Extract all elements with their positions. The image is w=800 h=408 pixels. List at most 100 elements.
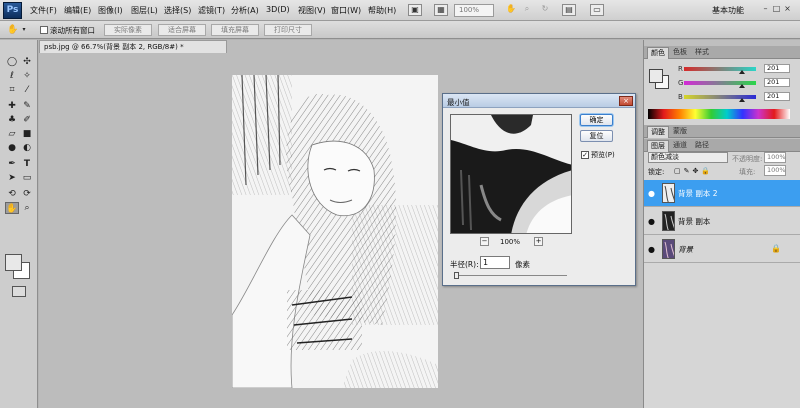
green-track[interactable]	[684, 81, 756, 85]
blend-mode-select[interactable]: 颜色减淡	[648, 152, 728, 163]
hand-tool-icon[interactable]: ✋	[504, 4, 518, 16]
pen-tool-icon[interactable]: ✒	[5, 158, 19, 170]
visibility-eye-icon[interactable]: ●	[648, 217, 655, 226]
arrange-documents-icon[interactable]: ▤	[562, 4, 576, 16]
reset-button[interactable]: 复位	[580, 130, 613, 142]
workspace-switcher[interactable]: 基本功能	[712, 5, 744, 16]
actual-pixels-button[interactable]: 实际像素	[104, 24, 152, 36]
layer-name[interactable]: 背景 副本 2	[678, 188, 718, 199]
menu-filter[interactable]: 滤镜(T)	[198, 5, 225, 16]
fill-screen-button[interactable]: 填充屏幕	[211, 24, 259, 36]
eraser-tool-icon[interactable]: ▱	[5, 128, 19, 140]
menu-3d[interactable]: 3D(D)	[266, 5, 290, 14]
document-tab[interactable]: psb.jpg @ 66.7%(背景 副本 2, RGB/8#) *	[39, 40, 227, 53]
image-canvas[interactable]	[232, 75, 438, 388]
3d-rotate-tool-icon[interactable]: ⟲	[5, 188, 19, 200]
hand-tool-active-icon[interactable]: ✋	[5, 202, 19, 214]
quick-mask-button[interactable]	[12, 286, 26, 297]
menu-edit[interactable]: 编辑(E)	[64, 5, 91, 16]
blur-tool-icon[interactable]: ●	[5, 142, 19, 154]
layer-name[interactable]: 背景	[678, 244, 693, 255]
slider-knob[interactable]	[739, 70, 745, 74]
tab-channels[interactable]: 通道	[670, 140, 690, 152]
menu-analysis[interactable]: 分析(A)	[231, 5, 259, 16]
gradient-tool-icon[interactable]: ■	[20, 128, 34, 140]
healing-brush-tool-icon[interactable]: ✚	[5, 100, 19, 112]
dialog-titlebar[interactable]: 最小值 ×	[443, 94, 635, 108]
tab-adjustments[interactable]: 调整	[647, 126, 669, 138]
rectangle-tool-icon[interactable]: ▭	[20, 172, 34, 184]
maximize-button[interactable]: □	[771, 3, 782, 15]
radius-input[interactable]: 1	[480, 256, 510, 269]
red-track[interactable]	[684, 67, 756, 71]
layer-row[interactable]: ● 背景 副本	[644, 208, 800, 235]
layer-row[interactable]: ● 背景 副本 2	[644, 180, 800, 207]
history-brush-tool-icon[interactable]: ✐	[20, 114, 34, 126]
preview-checkbox[interactable]: ✓	[581, 151, 589, 159]
zoom-in-button[interactable]: +	[534, 237, 543, 246]
path-selection-tool-icon[interactable]: ➤	[5, 172, 19, 184]
radius-slider-handle[interactable]	[454, 272, 459, 279]
blue-value-input[interactable]: 201	[764, 92, 790, 101]
green-slider[interactable]: G 201	[678, 78, 798, 88]
move-tool-icon[interactable]: ✣	[20, 56, 34, 68]
screen-mode-icon[interactable]: ▭	[590, 4, 604, 16]
fill-input[interactable]: 100%	[764, 165, 786, 176]
red-slider[interactable]: R 201	[678, 64, 798, 74]
brush-tool-icon[interactable]: ✎	[20, 100, 34, 112]
lasso-tool-icon[interactable]: ℓ	[5, 70, 19, 82]
bridge-icon[interactable]: ▣	[408, 4, 422, 16]
minimize-button[interactable]: –	[760, 3, 771, 15]
visibility-eye-icon[interactable]: ●	[648, 245, 655, 254]
red-value-input[interactable]: 201	[764, 64, 790, 73]
dialog-close-button[interactable]: ×	[619, 96, 633, 106]
tab-layers[interactable]: 图层	[647, 140, 669, 152]
3d-orbit-tool-icon[interactable]: ⟳	[20, 188, 34, 200]
magic-wand-tool-icon[interactable]: ✧	[20, 70, 34, 82]
zoom-out-button[interactable]: −	[480, 237, 489, 246]
hand-icon[interactable]: ✋	[6, 24, 20, 36]
radius-slider-track[interactable]	[455, 275, 567, 276]
menu-window[interactable]: 窗口(W)	[331, 5, 361, 16]
fit-screen-button[interactable]: 适合屏幕	[158, 24, 206, 36]
tab-paths[interactable]: 路径	[692, 140, 712, 152]
tab-color[interactable]: 颜色	[647, 47, 669, 59]
lock-icons[interactable]: ▢✎✥🔒	[674, 167, 713, 175]
rotate-view-icon[interactable]: ↻	[538, 4, 552, 16]
color-spectrum-bar[interactable]	[648, 109, 790, 119]
tab-masks[interactable]: 蒙版	[670, 126, 690, 138]
zoom-level-display[interactable]: 100%	[454, 4, 494, 17]
slider-knob[interactable]	[739, 84, 745, 88]
green-value-input[interactable]: 201	[764, 78, 790, 87]
menu-select[interactable]: 选择(S)	[164, 5, 191, 16]
tab-swatches[interactable]: 色板	[670, 47, 690, 59]
zoom-tool-icon[interactable]: ⌕	[520, 4, 534, 16]
eyedropper-tool-icon[interactable]: ⁄	[20, 84, 34, 96]
crop-tool-icon[interactable]: ⌗	[5, 84, 19, 96]
chevron-down-icon[interactable]: ▾	[20, 24, 28, 36]
blue-slider[interactable]: B 201	[678, 92, 798, 102]
zoom-tool-icon[interactable]: ⌕	[20, 202, 34, 214]
close-button[interactable]: ×	[782, 3, 793, 15]
foreground-color-swatch[interactable]	[5, 254, 22, 271]
menu-file[interactable]: 文件(F)	[30, 5, 57, 16]
print-size-button[interactable]: 打印尺寸	[264, 24, 312, 36]
scroll-all-windows-checkbox[interactable]	[40, 26, 48, 34]
menu-layer[interactable]: 图层(L)	[131, 5, 158, 16]
menu-image[interactable]: 图像(I)	[98, 5, 123, 16]
type-tool-icon[interactable]: T	[20, 158, 34, 170]
opacity-input[interactable]: 100%	[764, 152, 786, 163]
blue-track[interactable]	[684, 95, 756, 99]
menu-help[interactable]: 帮助(H)	[368, 5, 396, 16]
filter-preview[interactable]	[450, 114, 572, 234]
ok-button[interactable]: 确定	[580, 114, 613, 126]
panel-foreground-swatch[interactable]	[649, 69, 663, 83]
clone-stamp-tool-icon[interactable]: ♣	[5, 114, 19, 126]
view-extras-icon[interactable]: ▦	[434, 4, 448, 16]
visibility-eye-icon[interactable]: ●	[648, 189, 655, 198]
tab-styles[interactable]: 样式	[692, 47, 712, 59]
slider-knob[interactable]	[739, 98, 745, 102]
menu-view[interactable]: 视图(V)	[298, 5, 326, 16]
dodge-tool-icon[interactable]: ◐	[20, 142, 34, 154]
layer-row[interactable]: ● 背景 🔒	[644, 236, 800, 263]
